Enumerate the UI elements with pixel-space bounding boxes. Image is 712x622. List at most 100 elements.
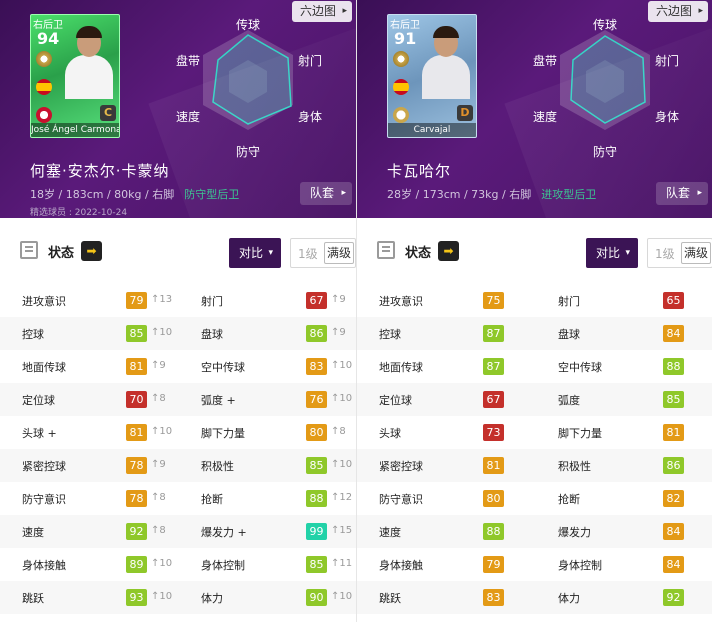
stat-name: 身体控制 — [201, 559, 245, 572]
radar-label-speed: 速度 — [176, 110, 201, 124]
stat-name: 地面传球 — [22, 361, 66, 374]
stat-name: 空中传球 — [201, 361, 245, 374]
compare-dropdown[interactable]: 对比 — [229, 238, 281, 268]
stat-row: 防守意识 80 抢断 82 — [357, 482, 712, 515]
stat-value: 76 — [306, 391, 327, 408]
stat-name: 跳跃 — [379, 592, 401, 605]
stat-name: 速度 — [379, 526, 401, 539]
player-header: 六边图 右后卫 91 D Carvajal 传球 盘带 射门 — [357, 0, 712, 218]
stat-name: 定位球 — [22, 394, 55, 407]
stat-value: 86 — [663, 457, 684, 474]
team-badge-icon — [393, 51, 409, 67]
stat-row: 头球 + 81 ↑10 脚下力量 80 ↑8 — [0, 416, 356, 449]
stat-name: 身体接触 — [379, 559, 423, 572]
stat-value: 88 — [663, 358, 684, 375]
stat-name: 弧度 + — [201, 394, 236, 407]
stat-name: 紧密控球 — [379, 460, 423, 473]
stat-row: 跳跃 93 ↑10 体力 90 ↑10 — [0, 581, 356, 614]
stat-name: 身体接触 — [22, 559, 66, 572]
radar-label-dribbling: 盘带 — [533, 54, 558, 68]
stat-value: 67 — [306, 292, 327, 309]
stat-value: 85 — [306, 556, 327, 573]
stat-value: 99 — [306, 523, 327, 540]
hexagon-radar-chart: 传球 盘带 射门 速度 身体 防守 — [166, 10, 336, 160]
stat-increase: ↑10 — [331, 360, 353, 371]
player-info: 28岁 / 173cm / 73kg / 右脚 进攻型后卫 — [387, 186, 596, 202]
stat-name: 射门 — [201, 295, 223, 308]
player-bio: 28岁 / 173cm / 73kg / 右脚 — [387, 188, 532, 201]
stat-increase: ↑10 — [331, 393, 353, 404]
stat-value: 81 — [663, 424, 684, 441]
stat-increase: ↑8 — [151, 492, 166, 503]
stat-value: 87 — [483, 358, 504, 375]
radar-label-speed: 速度 — [533, 110, 558, 124]
level-toggle: 1级 满级 — [647, 238, 712, 268]
stat-row: 定位球 67 弧度 85 — [357, 383, 712, 416]
arrow-right-icon[interactable]: ➡ — [81, 241, 102, 261]
stat-row: 紧密控球 81 积极性 86 — [357, 449, 712, 482]
stat-row: 身体接触 79 身体控制 84 — [357, 548, 712, 581]
stat-increase: ↑11 — [331, 558, 353, 569]
max-level-option[interactable]: 满级 — [324, 242, 354, 264]
stat-increase: ↑15 — [331, 525, 353, 536]
stat-name: 控球 — [379, 328, 401, 341]
stat-name: 积极性 — [558, 460, 591, 473]
stat-row: 控球 85 ↑10 盘球 86 ↑9 — [0, 317, 356, 350]
radar-label-physical: 身体 — [655, 110, 680, 124]
card-player-name: Carvajal — [388, 123, 476, 137]
player-name: 卡瓦哈尔 — [387, 162, 452, 180]
status-title: 状态 — [405, 246, 432, 261]
player-info: 18岁 / 183cm / 80kg / 右脚 防守型后卫 — [30, 186, 239, 202]
player-bio: 18岁 / 183cm / 80kg / 右脚 — [30, 188, 175, 201]
stat-name: 射门 — [558, 295, 580, 308]
hexagon-chart-button[interactable]: 六边图 — [291, 1, 352, 22]
stat-name: 进攻意识 — [22, 295, 66, 308]
stat-name: 防守意识 — [379, 493, 423, 506]
stat-row: 速度 88 爆发力 84 — [357, 515, 712, 548]
featured-date: 精选球员 : 2022-10-24 — [30, 208, 128, 218]
stat-increase: ↑8 — [331, 426, 346, 437]
level-1-option[interactable]: 1级 — [655, 245, 675, 262]
compare-dropdown[interactable]: 对比 — [586, 238, 638, 268]
stat-row: 控球 87 盘球 84 — [357, 317, 712, 350]
radar-label-shooting: 射门 — [298, 54, 323, 68]
max-level-option[interactable]: 满级 — [681, 242, 711, 264]
stat-value: 90 — [306, 589, 327, 606]
player-panel-left: 六边图 右后卫 94 C José Ángel Carmona 传球 盘带 — [0, 0, 356, 622]
stat-value: 82 — [663, 490, 684, 507]
stat-name: 盘球 — [201, 328, 223, 341]
stat-increase: ↑10 — [331, 591, 353, 602]
player-card[interactable]: 右后卫 91 D Carvajal — [387, 14, 477, 138]
stat-value: 85 — [663, 391, 684, 408]
stat-name: 头球 + — [22, 427, 57, 440]
team-kit-button[interactable]: 队套 — [299, 182, 352, 205]
stat-value: 79 — [126, 292, 147, 309]
stat-name: 体力 — [201, 592, 223, 605]
spain-flag-icon — [393, 79, 409, 95]
status-icon — [377, 241, 395, 259]
arrow-right-icon[interactable]: ➡ — [438, 241, 459, 261]
stat-name: 爆发力 — [558, 526, 591, 539]
player-card[interactable]: 右后卫 94 C José Ángel Carmona — [30, 14, 120, 138]
stat-increase: ↑10 — [151, 426, 173, 437]
status-bar: 状态 ➡ 对比 1级 满级 — [357, 218, 712, 284]
stat-value: 80 — [306, 424, 327, 441]
stat-name: 身体控制 — [558, 559, 602, 572]
stat-increase: ↑9 — [151, 360, 166, 371]
level-1-option[interactable]: 1级 — [298, 245, 318, 262]
stat-name: 爆发力 + — [201, 526, 247, 539]
stat-value: 93 — [126, 589, 147, 606]
team-badge-icon — [36, 51, 52, 67]
stat-name: 抢断 — [201, 493, 223, 506]
stat-value: 80 — [483, 490, 504, 507]
stat-increase: ↑9 — [331, 294, 346, 305]
stat-increase: ↑9 — [331, 327, 346, 338]
team-kit-button[interactable]: 队套 — [655, 182, 708, 205]
stat-name: 脚下力量 — [558, 427, 602, 440]
stat-name: 脚下力量 — [201, 427, 245, 440]
hexagon-chart-button[interactable]: 六边图 — [647, 1, 708, 22]
player-header: 六边图 右后卫 94 C José Ángel Carmona 传球 盘带 — [0, 0, 356, 218]
stat-name: 盘球 — [558, 328, 580, 341]
stat-row: 地面传球 87 空中传球 88 — [357, 350, 712, 383]
stat-row: 进攻意识 79 ↑13 射门 67 ↑9 — [0, 284, 356, 317]
